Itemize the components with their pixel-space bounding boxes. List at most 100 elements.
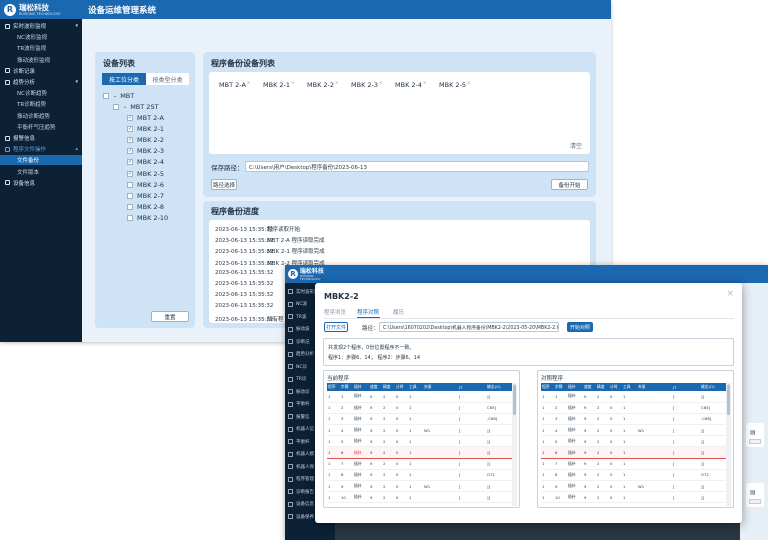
scrollbar[interactable]: ▴ [512,383,517,506]
device-checkbox[interactable]: ✓ [127,126,133,133]
open-file-button[interactable]: 打开文件 [324,322,348,332]
tree-root[interactable]: ⌄ MBT [103,92,134,100]
choose-path-button[interactable]: 路径选择 [211,179,237,190]
sidebar-item[interactable]: 平衡杆气压趋势 [0,122,82,132]
device-checkbox[interactable]: ✓ [127,148,133,155]
table-row[interactable]: 1 7 插补 9 2 0 1[]] [541,458,727,470]
device-checkbox[interactable] [127,181,133,188]
table-row[interactable]: 1 9 插补 9 2 0 1 W1[]] [327,480,513,493]
device-tree-item[interactable]: ✓ MBK 2-5 [127,170,164,178]
device-checkbox[interactable]: ✓ [127,115,133,121]
tree-group[interactable]: ⌄ MBT 2ST [113,103,159,111]
device-checkbox[interactable]: ✓ [127,170,133,177]
tree-group-checkbox[interactable] [113,104,119,110]
device-tree-item[interactable]: MBK 2-8 [127,203,164,211]
table-row[interactable]: 1 3 插补 9 2 0 1[-C66] [541,413,727,426]
table-cell: 插补 [567,480,583,493]
menu-box-icon [288,451,293,457]
device-checkbox[interactable]: ✓ [127,137,133,144]
device-tree-item[interactable]: MBK 2-10 [127,214,168,222]
device-tree-item[interactable]: ✓ MBK 2-3 [127,147,164,155]
selected-device-tag[interactable]: MBT 2-A× [219,80,250,89]
table-row[interactable]: 1 5 插补 9 2 0 1[]] [541,435,727,448]
tab-by-station[interactable]: 按工位分类 [102,73,146,85]
table-row[interactable]: 1 2 插补 9 2 0 1[C65] [541,402,727,414]
progress-line: 2023-06-13 15:35:32 [215,303,273,309]
selected-device-tag[interactable]: MBK 2-3× [351,80,382,89]
tab-program-compare[interactable]: 程序对照 [357,308,379,316]
table-row[interactable]: 1 7 插补 9 2 0 1[]] [327,458,513,470]
device-tree-item[interactable]: ✓ MBK 2-2 [127,136,164,144]
table-row[interactable]: 1 6 插补 9 2 0 1[]] [327,446,513,459]
table-row[interactable]: 1 4 插补 9 2 0 1 W1[]] [541,424,727,437]
sidebar-item[interactable]: 诊断记录 [0,66,82,76]
selected-device-tag[interactable]: MBK 2-2× [307,80,338,89]
tab-program-browse[interactable]: 程序浏览 [324,308,346,316]
path-input[interactable]: C:\Users\16070202\Desktop\机器人程序备份\MBK2-2… [379,322,559,332]
table-row[interactable]: 1 1 插补 0 2 0 1[]] [327,391,513,403]
sidebar-item[interactable]: 实时波形监视 ▾ [0,21,82,31]
remove-tag-icon[interactable]: × [379,80,382,85]
sidebar-item[interactable]: 振动波形监视 [0,55,82,65]
tab-history[interactable]: 履历 [393,308,404,316]
table-row[interactable]: 1 5 插补 9 2 0 1[]] [327,435,513,448]
clear-link[interactable]: 清空 [570,141,582,150]
mini-card-button[interactable] [749,499,761,504]
tree-root-checkbox[interactable] [103,93,109,99]
device-tree-item[interactable]: MBK 2-6 [127,181,164,189]
close-icon[interactable]: × [726,289,734,299]
table-row[interactable]: 1 10 插补 9 2 0 1[]] [541,491,727,504]
sidebar-item[interactable]: 振动诊断趋势 [0,111,82,121]
table-row[interactable]: 1 1 插补 0 2 0 1[]] [541,391,727,403]
sidebar-item[interactable]: 文件版本 [0,167,82,177]
mini-card-button[interactable] [749,439,761,444]
device-tree-item[interactable]: ✓ MBK 2-1 [127,125,164,133]
device-checkbox[interactable] [127,203,133,210]
table-cell: 插补 [353,446,369,459]
start-compare-button[interactable]: 开始对照 [567,322,593,332]
selected-device-tag[interactable]: MBK 2-4× [395,80,426,89]
remove-tag-icon[interactable]: × [247,80,250,85]
sidebar-item[interactable]: 文件备份 [0,155,82,166]
remove-tag-icon[interactable]: × [423,80,426,85]
remove-tag-icon[interactable]: × [291,80,294,85]
scroll-thumb[interactable] [727,385,730,415]
device-tree-item[interactable]: MBK 2-7 [127,192,164,200]
device-checkbox[interactable] [127,214,133,221]
reset-button[interactable]: 重置 [151,311,189,322]
sidebar-item[interactable]: NC波形监视 [0,32,82,42]
chevron-icon: ▴ [75,146,78,153]
table-row[interactable]: 1 2 插补 9 2 0 1[C65] [327,402,513,414]
progress-timestamp: 2023-06-13 15:35:32 [215,316,274,323]
sidebar-item[interactable]: 设备信息 [0,178,82,188]
save-path-input[interactable]: C:\Users\用户\Desktop\程序备份\2023-06-13 [245,161,589,172]
table-row[interactable]: 1 6 插补 9 2 0 1[]] [541,446,727,459]
start-backup-button[interactable]: 备份开始 [551,179,588,190]
table-row[interactable]: 1 3 插补 9 2 0 1[-C66] [327,413,513,426]
device-checkbox[interactable] [127,192,133,199]
table-row[interactable]: 1 10 插补 9 2 0 1[]] [327,491,513,504]
selected-device-tag[interactable]: MBK 2-5× [439,80,470,89]
device-tree-item[interactable]: ✓ MBT 2-A [127,114,164,122]
sidebar-item[interactable]: 趋势分析 ▾ [0,77,82,87]
table-cell: 2 [382,391,395,403]
table-row[interactable]: 1 8 插补 9 2 0 1[O72 [541,469,727,482]
sidebar-item[interactable]: 程序文件操作 ▴ [0,144,82,154]
remove-tag-icon[interactable]: × [335,80,338,85]
selected-device-tag[interactable]: MBK 2-1× [263,80,294,89]
chevron-down-icon[interactable]: ⌄ [113,93,117,99]
tab-by-type[interactable]: 按类型分类 [146,73,189,85]
sidebar-item[interactable]: NC诊断趋势 [0,88,82,98]
remove-tag-icon[interactable]: × [467,80,470,85]
scrollbar[interactable]: ▴ [726,383,731,506]
sidebar-item[interactable]: TR诊断趋势 [0,99,82,109]
device-checkbox[interactable]: ✓ [127,159,133,166]
device-tree-item[interactable]: ✓ MBK 2-4 [127,158,164,166]
scroll-thumb[interactable] [513,385,516,415]
sidebar-item[interactable]: TR波形监视 [0,43,82,53]
table-row[interactable]: 1 8 插补 9 2 0 1[O72 [327,469,513,482]
table-row[interactable]: 1 4 插补 9 2 0 1 W1[]] [327,424,513,437]
chevron-down-icon[interactable]: ⌄ [123,104,127,110]
table-row[interactable]: 1 9 插补 9 2 0 1 W1[]] [541,480,727,493]
sidebar-item[interactable]: 报警信息 [0,133,82,143]
